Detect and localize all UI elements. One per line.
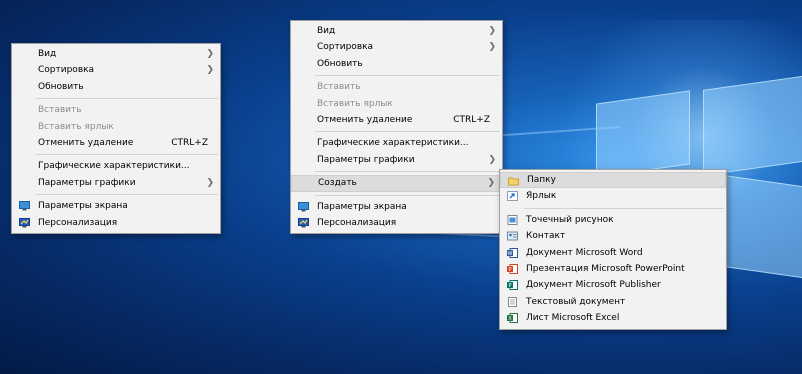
desktop-context-menu-create: Вид ❯ Сортировка ❯ Обновить Вставить Встав… [290, 20, 503, 235]
chevron-right-icon: ❯ [206, 49, 214, 59]
menu-item-new-excel-sheet[interactable]: X Лист Microsoft Excel [500, 310, 726, 326]
menu-item-label: Отменить удаление [317, 114, 413, 125]
menu-item-new-publisher-document[interactable]: P Документ Microsoft Publisher [500, 277, 726, 293]
menu-item-label: Графические характеристики... [317, 138, 469, 149]
menu-item-sort[interactable]: Сортировка ❯ [12, 62, 220, 78]
display-settings-icon [19, 201, 30, 211]
menu-item-label: Точечный рисунок [526, 214, 614, 225]
menu-item-label: Контакт [526, 231, 566, 242]
menu-separator [315, 194, 500, 196]
menu-item-label: Сортировка [317, 42, 374, 53]
menu-item-label: Лист Microsoft Excel [526, 313, 620, 324]
menu-item-new-powerpoint-presentation[interactable]: P Презентация Microsoft PowerPoint [500, 261, 726, 277]
menu-item-undo-delete[interactable]: Отменить удаление CTRL+Z [12, 135, 220, 151]
menu-item-personalize[interactable]: Персонализация [291, 215, 502, 231]
menu-separator [36, 154, 218, 156]
chevron-right-icon: ❯ [488, 42, 496, 53]
menu-item-label: Персонализация [38, 217, 118, 228]
menu-item-new-text-document[interactable]: Текстовый документ [500, 294, 726, 310]
svg-text:P: P [508, 283, 511, 289]
menu-item-label: Вставить ярлык [38, 121, 114, 132]
menu-item-create[interactable]: Создать ❯ [291, 175, 502, 192]
chevron-right-icon: ❯ [487, 178, 495, 189]
menu-item-personalize[interactable]: Персонализация [12, 215, 220, 231]
menu-item-label: Персонализация [317, 217, 397, 228]
menu-separator [36, 194, 218, 196]
shortcut-icon [507, 191, 518, 202]
chevron-right-icon: ❯ [488, 26, 496, 36]
menu-item-label: Параметры экрана [317, 201, 407, 212]
menu-item-paste-shortcut: Вставить ярлык [12, 119, 220, 135]
menu-item-label: Создать [318, 178, 357, 189]
menu-separator [36, 98, 218, 100]
publisher-icon: P [507, 280, 518, 291]
windows-logo-pane [703, 74, 802, 176]
menu-item-new-bitmap[interactable]: Точечный рисунок [500, 212, 726, 228]
desktop-context-menu: Вид ❯ Сортировка ❯ Обновить Вставить Встав… [11, 43, 221, 234]
menu-item-view[interactable]: Вид ❯ [291, 23, 502, 39]
menu-item-refresh[interactable]: Обновить [12, 79, 220, 95]
menu-item-label: Графические характеристики... [38, 161, 190, 172]
menu-item-paste-shortcut: Вставить ярлык [291, 96, 502, 112]
personalize-icon [19, 217, 30, 228]
contact-icon [507, 231, 518, 241]
menu-item-new-folder[interactable]: Папку [500, 172, 726, 189]
menu-item-label: Вставить ярлык [317, 98, 393, 109]
menu-item-label: Вид [317, 26, 336, 36]
create-submenu: Папку Ярлык Точечный рисунок Контакт W Д… [499, 169, 727, 330]
display-settings-icon [298, 201, 309, 212]
menu-item-label: Параметры графики [38, 177, 136, 188]
menu-item-label: Обновить [38, 81, 84, 92]
personalize-icon [298, 217, 309, 228]
menu-separator [315, 171, 500, 173]
word-icon: W [507, 247, 518, 258]
menu-item-label: Документ Microsoft Word [526, 247, 643, 258]
menu-item-label: Ярлык [526, 191, 557, 202]
excel-icon: X [507, 313, 518, 324]
menu-item-label: Сортировка [38, 65, 95, 76]
menu-item-new-contact[interactable]: Контакт [500, 228, 726, 244]
menu-item-label: Вставить [317, 82, 361, 93]
menu-item-label: Презентация Microsoft PowerPoint [526, 263, 685, 274]
menu-item-label: Обновить [317, 58, 363, 69]
folder-icon [508, 177, 519, 186]
svg-text:W: W [508, 250, 513, 256]
bitmap-icon [507, 214, 518, 225]
svg-text:X: X [508, 316, 512, 322]
chevron-right-icon: ❯ [488, 154, 496, 165]
svg-text:P: P [508, 267, 511, 273]
powerpoint-icon: P [507, 263, 518, 274]
menu-item-label: Вид [38, 49, 57, 59]
shortcut-label: CTRL+Z [171, 137, 208, 148]
windows-logo-pane [596, 90, 690, 178]
chevron-right-icon: ❯ [206, 65, 214, 76]
shortcut-label: CTRL+Z [453, 114, 490, 125]
menu-item-display-settings[interactable]: Параметры экрана [12, 198, 220, 214]
chevron-right-icon: ❯ [206, 177, 214, 188]
menu-separator [315, 75, 500, 77]
menu-item-graphics-options[interactable]: Параметры графики ❯ [291, 152, 502, 168]
menu-item-graphics-properties[interactable]: Графические характеристики... [12, 158, 220, 174]
menu-item-graphics-properties[interactable]: Графические характеристики... [291, 135, 502, 151]
menu-item-label: Параметры экрана [38, 201, 128, 212]
menu-item-display-settings[interactable]: Параметры экрана [291, 199, 502, 215]
menu-item-paste: Вставить [291, 79, 502, 95]
menu-item-new-shortcut[interactable]: Ярлык [500, 188, 726, 204]
menu-item-refresh[interactable]: Обновить [291, 56, 502, 72]
menu-item-graphics-options[interactable]: Параметры графики ❯ [12, 175, 220, 191]
menu-item-label: Параметры графики [317, 154, 415, 165]
menu-item-label: Вставить [38, 105, 82, 116]
menu-item-label: Папку [527, 175, 556, 185]
menu-separator [315, 131, 500, 133]
menu-item-paste: Вставить [12, 102, 220, 118]
menu-item-label: Отменить удаление [38, 137, 134, 148]
menu-item-label: Текстовый документ [526, 296, 626, 307]
text-document-icon [508, 296, 517, 307]
menu-item-label: Документ Microsoft Publisher [526, 280, 661, 291]
menu-separator [524, 207, 724, 209]
menu-item-sort[interactable]: Сортировка ❯ [291, 39, 502, 55]
menu-item-new-word-document[interactable]: W Документ Microsoft Word [500, 245, 726, 261]
menu-item-view[interactable]: Вид ❯ [12, 46, 220, 62]
menu-item-undo-delete[interactable]: Отменить удаление CTRL+Z [291, 112, 502, 128]
